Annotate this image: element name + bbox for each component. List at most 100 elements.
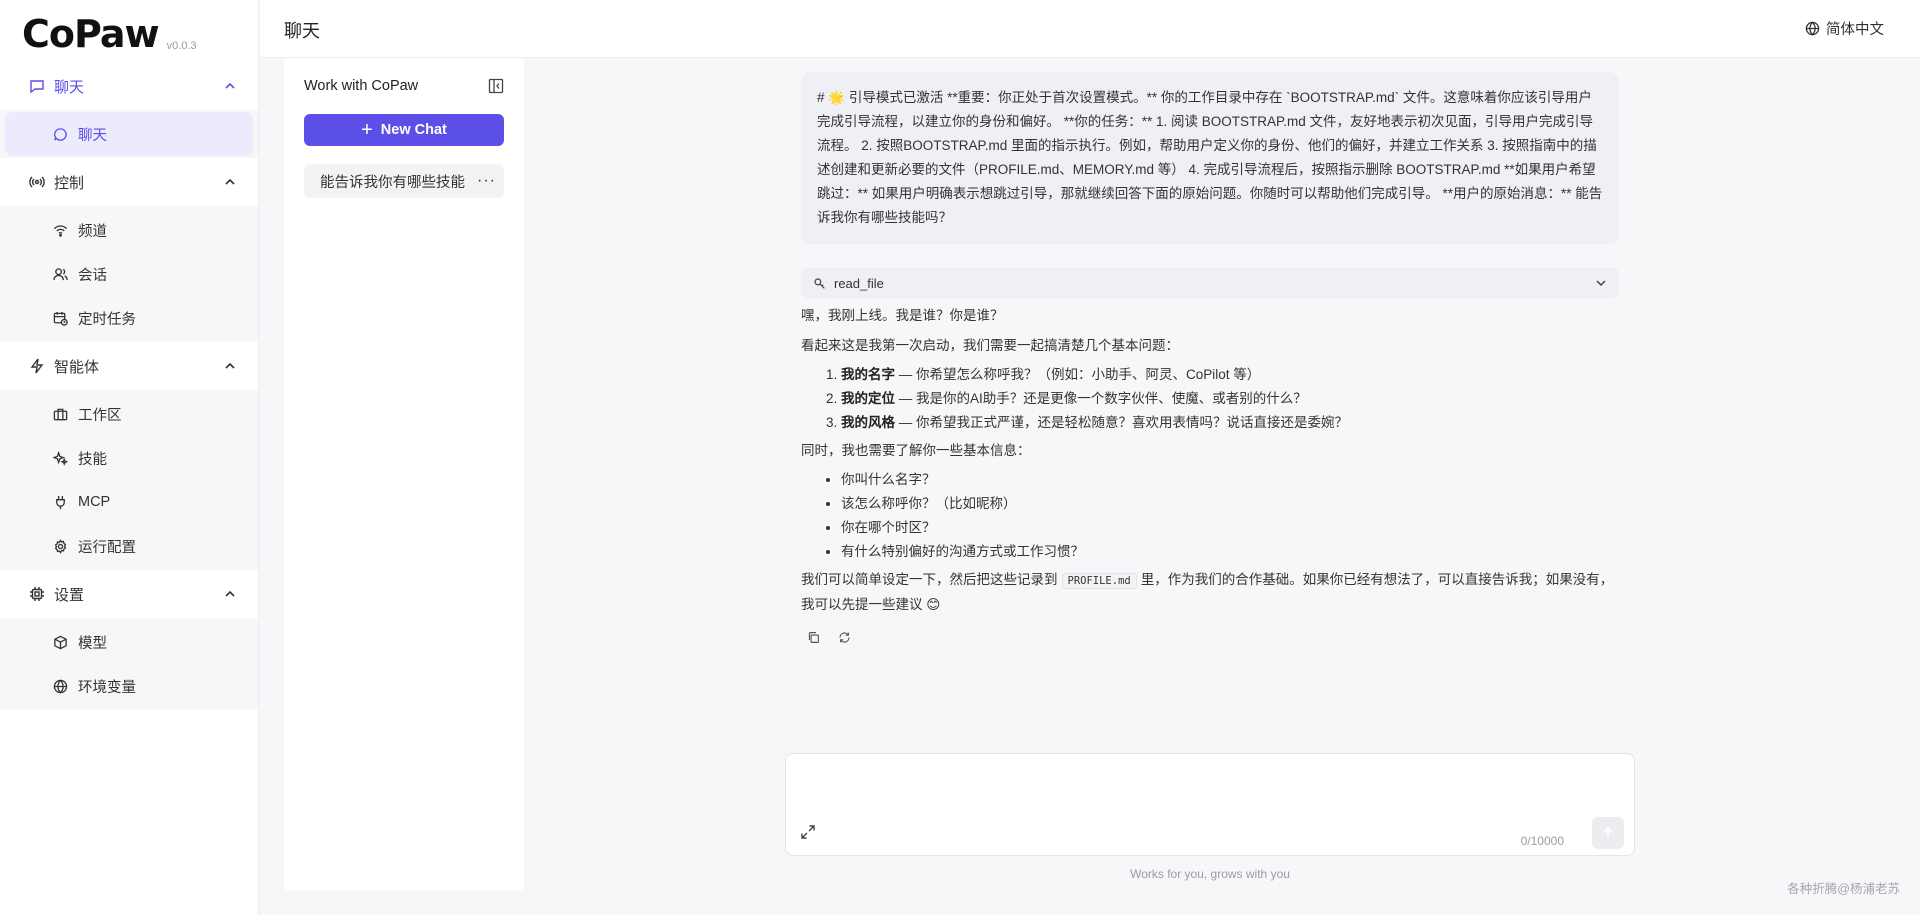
list-item-title: 我的风格 [841,415,895,430]
language-switcher[interactable]: 简体中文 [1805,18,1884,39]
lightning-icon [28,357,46,375]
question-list: 我的名字 — 你希望怎么称呼我？（例如：小助手、阿灵、CoPilot 等） 我的… [801,364,1619,433]
plus-icon: + [361,119,373,141]
chevron-up-icon [225,590,235,597]
sidebar-item-mcp[interactable]: MCP [0,480,258,524]
wifi-icon [52,222,68,238]
language-label: 简体中文 [1826,22,1884,38]
list-item: 我的定位 — 我是你的AI助手？还是更像一个数字伙伴、使魔、或者别的什么？ [841,388,1619,409]
reply-greeting: 嘿，我刚上线。我是谁？你是谁？ [801,308,1004,323]
chat-bubble-icon [52,126,68,142]
cube-icon [52,634,68,650]
send-button[interactable] [1592,817,1624,849]
session-title: 能告诉我你有哪些技能 [320,174,465,191]
new-chat-button[interactable]: + New Chat [304,114,504,146]
version-label: v0.0.3 [166,40,197,52]
list-item-text: — 我是你的AI助手？还是更像一个数字伙伴、使魔、或者别的什么？ [895,391,1307,406]
footer-tagline: Works for you, grows with you [1130,867,1290,881]
tool-call-name: read_file [834,275,884,291]
nav-group-control[interactable]: 控制 [0,158,258,206]
nav-group-label: 智能体 [54,358,100,376]
nav-group-control-body: 频道 会话 定时任务 [0,206,258,342]
tool-call-row[interactable]: read_file [801,268,1619,298]
sidebar-item-skills[interactable]: 技能 [0,436,258,480]
sessions-title: Work with CoPaw [304,78,419,94]
top-bar: 聊天 简体中文 [260,0,1920,58]
sidebar-item-label: 聊天 [78,127,107,144]
sidebar-item-label: MCP [78,494,111,510]
list-item-title: 我的名字 [841,367,895,382]
copy-icon[interactable] [807,631,820,644]
message-input-box[interactable]: 0/10000 [785,753,1635,856]
globe-icon [1805,21,1820,36]
char-counter: 0/10000 [1520,834,1564,848]
page-title: 聊天 [284,21,320,41]
chevron-up-icon [225,362,235,369]
nav-group-label: 设置 [54,586,85,604]
sidebar-item-label: 定时任务 [78,311,136,328]
list-item: 你叫什么名字？ [841,469,1619,490]
collapse-panel-icon[interactable] [488,78,504,94]
calendar-clock-icon [52,310,68,326]
sidebar-item-label: 模型 [78,635,107,652]
logo: CoPaw v0.0.3 [22,14,197,54]
expand-icon[interactable] [800,824,816,840]
sidebar-item-channels[interactable]: 频道 [0,208,258,252]
arrow-up-icon [1603,827,1613,838]
sessions-header: Work with CoPaw [304,78,504,94]
new-chat-label: New Chat [380,122,447,138]
sessions-panel: Work with CoPaw + New Chat 能告诉我你有哪些技能 ··… [284,58,524,890]
sidebar-item-label: 环境变量 [78,679,136,696]
list-item-title: 我的定位 [841,391,895,406]
watermark: 各种折腾@杨浦老苏 [1787,882,1900,896]
plug-icon [52,494,68,510]
nav-group-settings[interactable]: 设置 [0,570,258,618]
sidebar-item-scheduled-tasks[interactable]: 定时任务 [0,296,258,340]
message-square-icon [28,77,46,95]
sidebar-item-chat[interactable]: 聊天 [5,112,253,156]
sidebar-item-env-vars[interactable]: 环境变量 [0,664,258,708]
sidebar-item-label: 技能 [78,451,107,468]
session-item[interactable]: 能告诉我你有哪些技能 ··· [304,164,504,198]
list-item: 我的风格 — 你希望我正式严谨，还是轻松随意？喜欢用表情吗？说话直接还是委婉？ [841,412,1619,433]
sidebar: CoPaw v0.0.3 聊天 聊天 控制 频道 会话 定时任务 智能体 工作区… [0,0,259,915]
list-item: 有什么特别偏好的沟通方式或工作习惯？ [841,541,1619,562]
closing-text: 我们可以简单设定一下，然后把这些记录到 [801,572,1058,587]
nav-group-agent[interactable]: 智能体 [0,342,258,390]
user-message-bubble: # 🌟 引导模式已激活 **重要：你正处于首次设置模式。** 你的工作目录中存在… [801,72,1619,244]
nav-group-label: 聊天 [54,78,85,96]
sidebar-item-runtime-config[interactable]: 运行配置 [0,524,258,568]
chevron-down-icon [1596,280,1606,287]
sidebar-item-models[interactable]: 模型 [0,620,258,664]
sidebar-item-workspace[interactable]: 工作区 [0,392,258,436]
logo-text: CoPaw [22,12,160,56]
reply-intro: 看起来这是我第一次启动，我们需要一起搞清楚几个基本问题： [801,338,1179,353]
regenerate-icon[interactable] [838,631,851,644]
gear-icon [52,538,68,554]
message-actions [801,631,1619,644]
nav-group-chat[interactable]: 聊天 [0,62,258,110]
reply-info-intro: 同时，我也需要了解你一些基本信息： [801,443,1031,458]
list-item-text: — 你希望怎么称呼我？（例如：小助手、阿灵、CoPilot 等） [895,367,1261,382]
nav-group-chat-body: 聊天 [0,110,258,158]
nav-group-label: 控制 [54,174,85,192]
chip-icon [28,585,46,603]
nav-group-agent-body: 工作区 技能 MCP 运行配置 [0,390,258,570]
nav-group-settings-body: 模型 环境变量 [0,618,258,710]
chevron-up-icon [225,178,235,185]
sidebar-nav: 聊天 聊天 控制 频道 会话 定时任务 智能体 工作区 技能 MCP 运行配置 … [0,62,258,710]
list-item: 我的名字 — 你希望怎么称呼我？（例如：小助手、阿灵、CoPilot 等） [841,364,1619,385]
sidebar-item-label: 频道 [78,223,107,240]
info-list: 你叫什么名字？ 该怎么称呼你？（比如昵称） 你在哪个时区？ 有什么特别偏好的沟通… [801,469,1619,562]
broadcast-icon [28,173,46,191]
more-icon[interactable]: ··· [477,172,496,190]
sidebar-item-label: 运行配置 [78,539,136,556]
globe-icon [52,678,68,694]
sidebar-item-sessions[interactable]: 会话 [0,252,258,296]
reply-closing: 我们可以简单设定一下，然后把这些记录到 PROFILE.md 里，作为我们的合作基础… [801,568,1619,617]
list-item-text: — 你希望我正式严谨，还是轻松随意？喜欢用表情吗？说话直接还是委婉？ [895,415,1349,430]
briefcase-icon [52,406,68,422]
sparkle-icon [52,450,68,466]
list-item: 该怎么称呼你？（比如昵称） [841,493,1619,514]
chat-thread: # 🌟 引导模式已激活 **重要：你正处于首次设置模式。** 你的工作目录中存在… [801,72,1619,644]
